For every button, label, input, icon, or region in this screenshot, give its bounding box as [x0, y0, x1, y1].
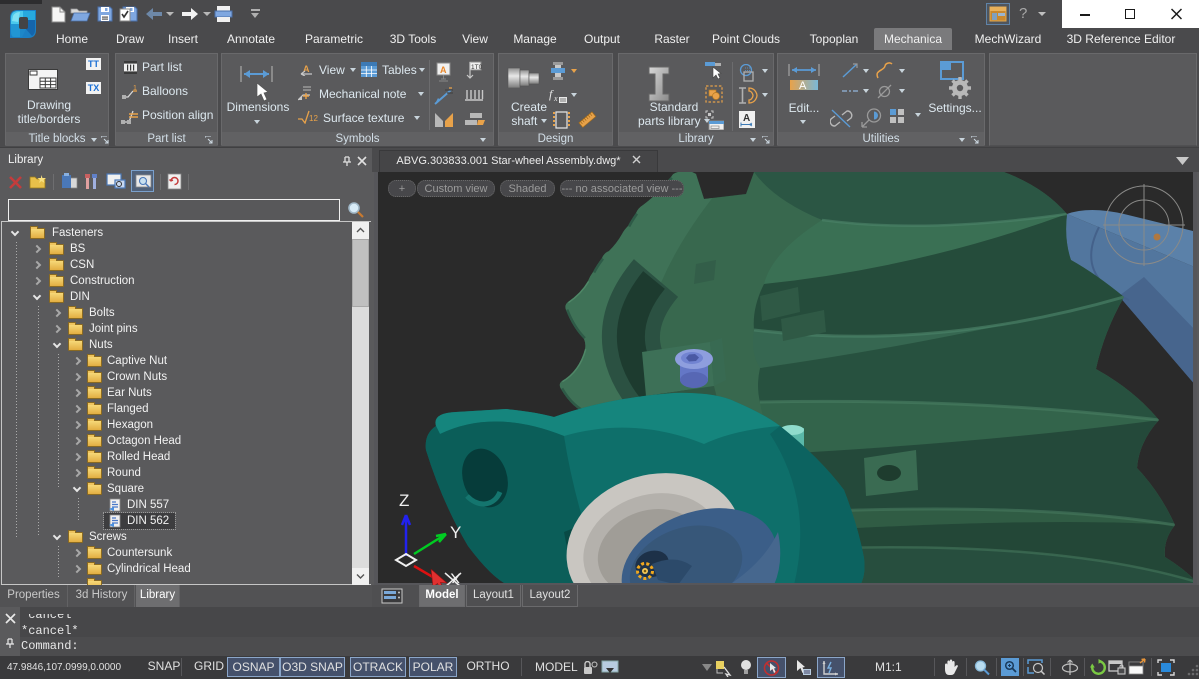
svg-text:A: A [799, 80, 807, 92]
svg-text:12: 12 [309, 114, 318, 123]
svg-text:A: A [303, 64, 310, 74]
svg-text:Y: Y [450, 523, 461, 542]
svg-text:Z: Z [399, 491, 409, 510]
svg-text:A: A [440, 65, 447, 75]
svg-text:1T0: 1T0 [471, 64, 482, 71]
svg-text:A: A [743, 113, 750, 124]
svg-text:1: 1 [133, 85, 137, 92]
svg-text:x: x [553, 94, 558, 103]
